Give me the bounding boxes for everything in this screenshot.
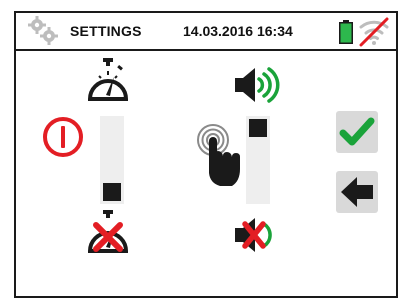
- header-bar: SETTINGS 14.03.2016 16:34: [16, 13, 396, 51]
- battery-full-icon: [339, 20, 353, 44]
- key-sound-slider[interactable]: [246, 116, 270, 204]
- key-sound-slider-thumb[interactable]: [249, 119, 267, 137]
- device-screen: SETTINGS 14.03.2016 16:34: [14, 11, 398, 298]
- auto-power-off-slider-thumb[interactable]: [103, 183, 121, 201]
- auto-power-off-slider[interactable]: [100, 116, 124, 204]
- page-title: SETTINGS: [70, 23, 142, 39]
- checkmark-icon: [339, 117, 375, 146]
- power-icon: [43, 117, 83, 157]
- speaker-on-icon: [235, 67, 280, 103]
- arrow-left-icon: [341, 177, 373, 207]
- stopwatch-off-icon: [87, 210, 129, 253]
- wifi-off-icon: [359, 17, 389, 47]
- speaker-off-icon: [235, 218, 272, 252]
- stopwatch-icon: [87, 58, 129, 101]
- datetime-display: 14.03.2016 16:34: [183, 23, 293, 39]
- confirm-button[interactable]: [336, 111, 378, 153]
- touch-tap-icon: [197, 124, 240, 186]
- back-button[interactable]: [336, 171, 378, 213]
- gears-icon: [28, 16, 58, 45]
